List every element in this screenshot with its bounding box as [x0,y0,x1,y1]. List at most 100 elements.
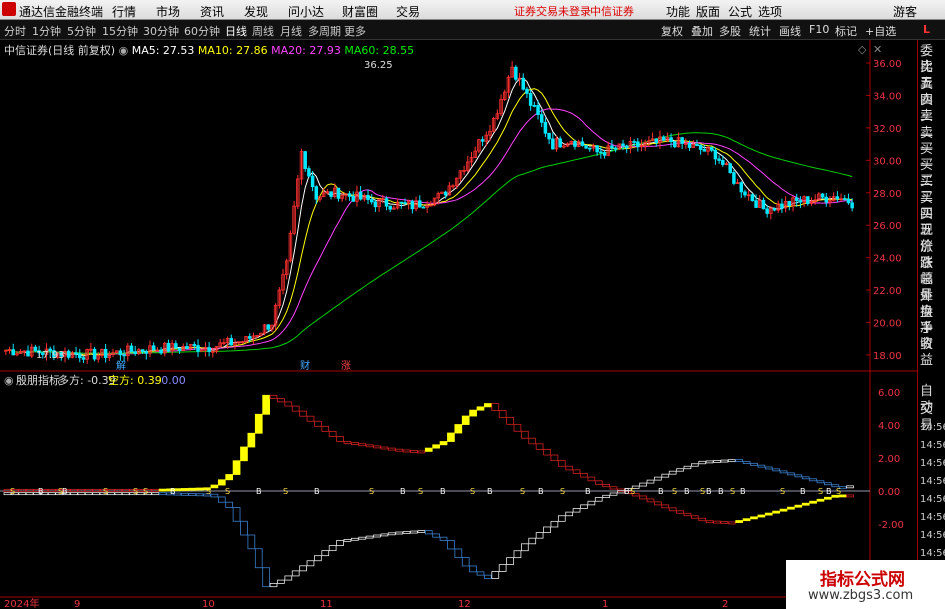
signal-b: B [624,487,630,496]
duo-step [269,394,278,399]
side-bottom-6[interactable]: 14:56 [920,492,945,508]
candle-body [66,350,71,358]
price-axis: 36.00 34.00 32.00 30.00 28.00 26.00 24.00 22.00… [866,59,902,362]
candle-body [806,196,810,204]
indicator-tick: 6.00 [878,388,900,399]
quote-side-panel: 委比 卖五 卖四 卖三 卖二 卖一 买一 买二 买三 买四 买五 现价 涨跌 涨幅 总量 外盘 换手 净资 收益 自动… [917,40,945,609]
indicator-tick: 4.00 [878,421,900,432]
marker-unlock[interactable]: 解 [116,359,126,372]
ma60-line [5,132,853,354]
side-bottom-3[interactable]: 14:56 [920,438,945,454]
duo-step [513,423,522,432]
kong-step [587,500,596,506]
kong-step [365,535,374,539]
candle-body [185,346,189,350]
candle-body [122,354,126,357]
signal-s: S [470,487,475,496]
kong-step [705,460,714,464]
close-chart-icon[interactable]: ✕ [873,43,882,56]
kong-step [277,579,285,584]
duo-step [787,506,795,510]
duo-step [543,449,551,456]
watermark-url: www.zbgs3.com [808,588,914,603]
kong-step [565,511,574,517]
duo-step [291,405,300,412]
candle-body [558,138,562,148]
signal-b: B [538,487,544,496]
duo-step [217,479,226,486]
duo-step [476,406,485,411]
candle-body [702,149,707,152]
signal-s: S [672,487,677,496]
side-bottom-2[interactable]: 14:56 [920,420,945,436]
kong-step [461,557,470,567]
kong-step [757,464,766,468]
candle-body [709,146,714,151]
duo-step [794,504,803,508]
price-tick: 28.00 [873,189,902,200]
kong-step [417,530,426,533]
candle-body [403,202,407,204]
candle-body [384,198,389,207]
kong-step [247,534,256,550]
candle-body [846,198,851,204]
duo-step [572,469,581,474]
candle-body [358,191,363,200]
candle-body [78,353,82,359]
marker-limitup[interactable]: 涨 [341,360,351,372]
moving-averages [5,77,853,357]
duo-step [410,450,418,453]
duo-step [151,488,160,492]
time-axis: 2024年 9 10 11 12 1 2 [4,597,728,609]
signal-b: B [826,487,832,496]
kong-step [654,476,662,481]
ma5-line [5,77,853,357]
signal-s: S [630,487,635,496]
diamond-icon[interactable]: ◇ [858,43,867,56]
kline-chart[interactable]: ◇ ✕ 36.0034.0032.0030.0028.0026.0024.002… [0,0,917,609]
duo-step [180,488,189,491]
side-bottom-7[interactable]: 14:56 [920,510,945,526]
kong-step [350,537,359,541]
kong-step [646,479,655,484]
candle-body [369,199,374,203]
candle-body [632,141,636,143]
duo-step [602,483,610,488]
marker-finance[interactable]: 财 [300,359,310,372]
indicator-tick: 2.00 [878,454,900,465]
indicator-name: 殷朋指标 [16,373,60,387]
signal-b: B [38,487,44,496]
candle-body [595,145,599,153]
candle-body [399,201,404,204]
duo-step [705,520,714,524]
duo-step [343,441,352,444]
signal-s: S [520,487,525,496]
kong-step [321,550,330,557]
candle-body [602,152,607,156]
candle-body [336,187,341,199]
duo-step [735,520,744,523]
kong-step [424,530,433,535]
candle-body [159,349,163,354]
signal-s: S [418,487,423,496]
duo-step [232,460,241,475]
candle-body [207,347,211,352]
indicator-tick: -2.00 [878,520,904,531]
side-bottom-5[interactable]: 14:56 [920,474,945,490]
kong-step [254,548,263,569]
signal-s: S [818,487,823,496]
duo-step [210,484,219,489]
indicator-settings-icon[interactable]: ◉ [4,374,14,387]
candle-body [307,168,311,177]
signal-s: S [206,487,211,496]
kong-step [690,463,699,467]
candle-body [103,348,108,359]
candle-body [798,200,803,203]
candle-body [551,138,555,150]
side-bottom-8[interactable]: 14:56 [920,528,945,544]
kong-step [535,532,544,539]
candle-body [713,149,718,160]
side-item-18[interactable]: 收益 [920,337,945,369]
kong-step [358,536,367,540]
side-bottom-4[interactable]: 14:56 [920,456,945,472]
